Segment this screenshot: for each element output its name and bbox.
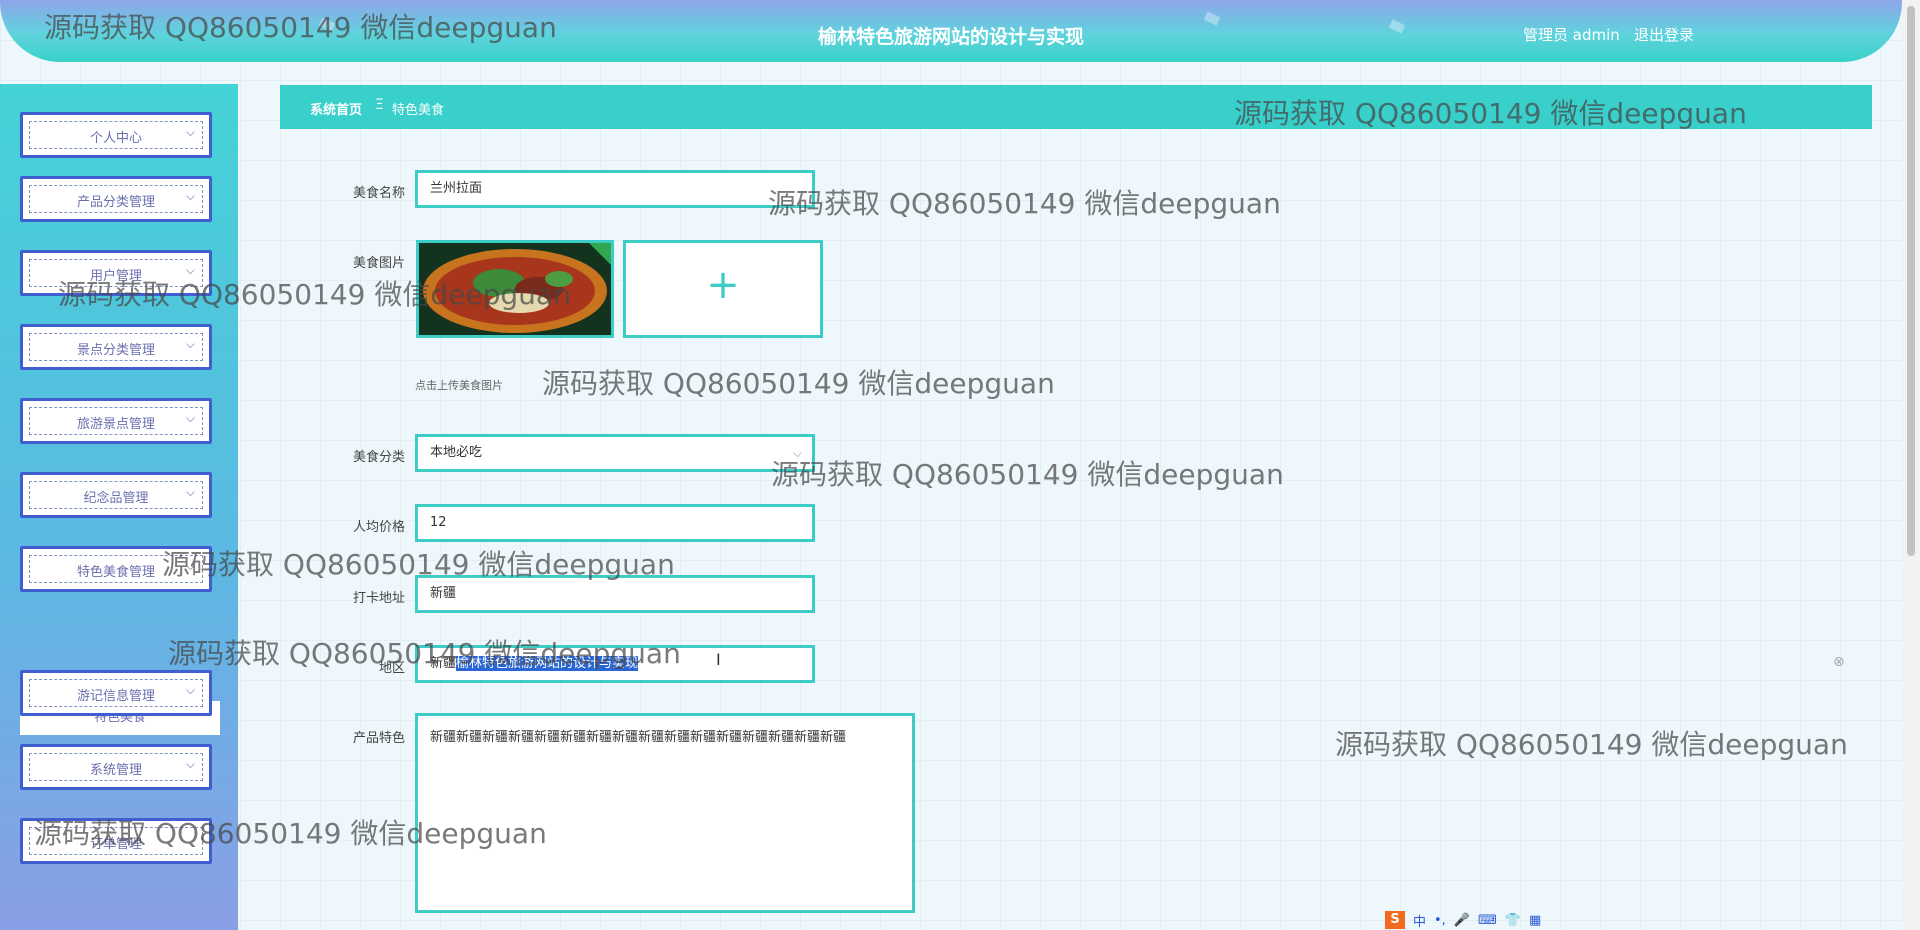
address-input[interactable]: 新疆 (415, 575, 815, 613)
sidebar-item-label: 订单管理 (89, 837, 142, 852)
keyboard-icon[interactable]: ⌨ (1478, 913, 1497, 928)
watermark: 源码获取 QQ86050149 微信deepguan (768, 187, 1281, 220)
chevron-down-icon: ⌵ (185, 559, 195, 573)
price-input[interactable]: 12 (415, 504, 815, 542)
toolbox-icon[interactable]: ▦ (1529, 913, 1541, 928)
sidebar-item-travel-notes[interactable]: 游记信息管理 ⌵ (20, 670, 212, 716)
sidebar-item-orders[interactable]: 订单管理 (20, 818, 212, 864)
plus-icon: + (706, 262, 740, 308)
chevron-down-icon: ⌵ (185, 683, 195, 697)
logout-link[interactable]: 退出登录 (1634, 24, 1694, 45)
scrollbar-thumb[interactable] (1907, 6, 1915, 556)
sidebar-item-system[interactable]: 系统管理 ⌵ (20, 744, 212, 790)
sidebar-item-souvenirs[interactable]: 纪念品管理 ⌵ (20, 472, 212, 518)
chevron-down-icon: ⌵ (185, 189, 195, 203)
breadcrumb-current: 特色美食 (392, 103, 445, 118)
sidebar-item-label: 景点分类管理 (76, 343, 155, 358)
watermark: 源码获取 QQ86050149 微信deepguan (1335, 728, 1848, 761)
menu-icon: Ξ (375, 97, 384, 113)
sidebar-item-personal-center[interactable]: 个人中心 ⌵ (20, 112, 212, 158)
chevron-down-icon: ⌵ (185, 757, 195, 771)
watermark: 源码获取 QQ86050149 微信deepguan (542, 367, 1055, 400)
food-category-select[interactable]: 本地必吃 ⌵ (415, 434, 815, 472)
top-header: 榆林特色旅游网站的设计与实现 管理员 admin 退出登录 (0, 0, 1902, 62)
sidebar-item-scenic-spots[interactable]: 旅游景点管理 ⌵ (20, 398, 212, 444)
sidebar-item-label: 旅游景点管理 (76, 417, 155, 432)
sogou-logo-icon[interactable]: S (1385, 911, 1405, 929)
breadcrumb-home-link[interactable]: 系统首页 (310, 99, 362, 118)
region-label: 地区 (378, 661, 405, 676)
sidebar-item-product-category[interactable]: 产品分类管理 ⌵ (20, 176, 212, 222)
chevron-down-icon: ⌵ (792, 446, 802, 460)
noodle-photo (419, 243, 611, 335)
chevron-down-icon: ⌵ (185, 125, 195, 139)
feature-label: 产品特色 (352, 731, 405, 746)
sidebar-item-label: 特色美食管理 (76, 565, 155, 580)
food-name-input[interactable]: 兰州拉面 (415, 170, 815, 208)
clear-icon[interactable]: ⊗ (1833, 654, 1845, 670)
sidebar-item-label: 纪念品管理 (83, 491, 149, 506)
sidebar: 个人中心 ⌵ 产品分类管理 ⌵ 用户管理 ⌵ 景点分类管理 ⌵ 旅游景点管理 ⌵… (0, 84, 238, 930)
chevron-down-icon: ⌵ (185, 337, 195, 351)
skin-icon[interactable]: 👕 (1505, 913, 1521, 928)
upload-hint: 点击上传美食图片 (415, 379, 503, 392)
address-label: 打卡地址 (352, 591, 405, 606)
price-label: 人均价格 (352, 520, 405, 535)
admin-user-label: 管理员 admin (1523, 26, 1620, 44)
food-image-thumbnail[interactable] (416, 240, 614, 338)
region-selected-text: 榆林特色旅游网站的设计与实现 (456, 656, 639, 671)
chevron-down-icon: ⌵ (185, 263, 195, 277)
sidebar-item-label: 系统管理 (89, 763, 142, 778)
image-upload-button[interactable]: + (623, 240, 823, 338)
chevron-down-icon: ⌵ (185, 485, 195, 499)
page-scrollbar[interactable] (1902, 0, 1920, 930)
text-cursor-icon: Ι (716, 650, 721, 669)
food-name-label: 美食名称 (352, 186, 405, 201)
food-category-label: 美食分类 (352, 450, 405, 465)
feature-textarea[interactable]: 新疆新疆新疆新疆新疆新疆新疆新疆新疆新疆新疆新疆新疆新疆新疆新疆 (415, 713, 915, 913)
sidebar-item-label: 个人中心 (89, 131, 142, 146)
punctuation-icon[interactable]: •, (1434, 913, 1446, 928)
watermark: 源码获取 QQ86050149 微信deepguan (771, 458, 1284, 491)
region-input[interactable]: 新疆榆林特色旅游网站的设计与实现 (415, 645, 815, 683)
sidebar-item-special-food[interactable]: 特色美食管理 ⌵ (20, 546, 212, 592)
sidebar-item-scenic-category[interactable]: 景点分类管理 ⌵ (20, 324, 212, 370)
sidebar-item-label: 产品分类管理 (76, 195, 155, 210)
sidebar-item-label: 游记信息管理 (76, 689, 155, 704)
food-image-label: 美食图片 (352, 256, 405, 271)
sidebar-item-users[interactable]: 用户管理 ⌵ (20, 250, 212, 296)
microphone-icon[interactable]: 🎤 (1454, 913, 1470, 928)
chinese-mode-icon[interactable]: 中 (1413, 911, 1426, 930)
region-text: 新疆 (430, 656, 457, 671)
sidebar-item-label: 用户管理 (89, 269, 142, 284)
selected-category: 本地必吃 (430, 445, 483, 460)
breadcrumb: 系统首页 Ξ 特色美食 (280, 85, 1872, 129)
ime-toolbar[interactable]: S 中 •, 🎤 ⌨ 👕 ▦ (1385, 910, 1541, 930)
chevron-down-icon: ⌵ (185, 411, 195, 425)
